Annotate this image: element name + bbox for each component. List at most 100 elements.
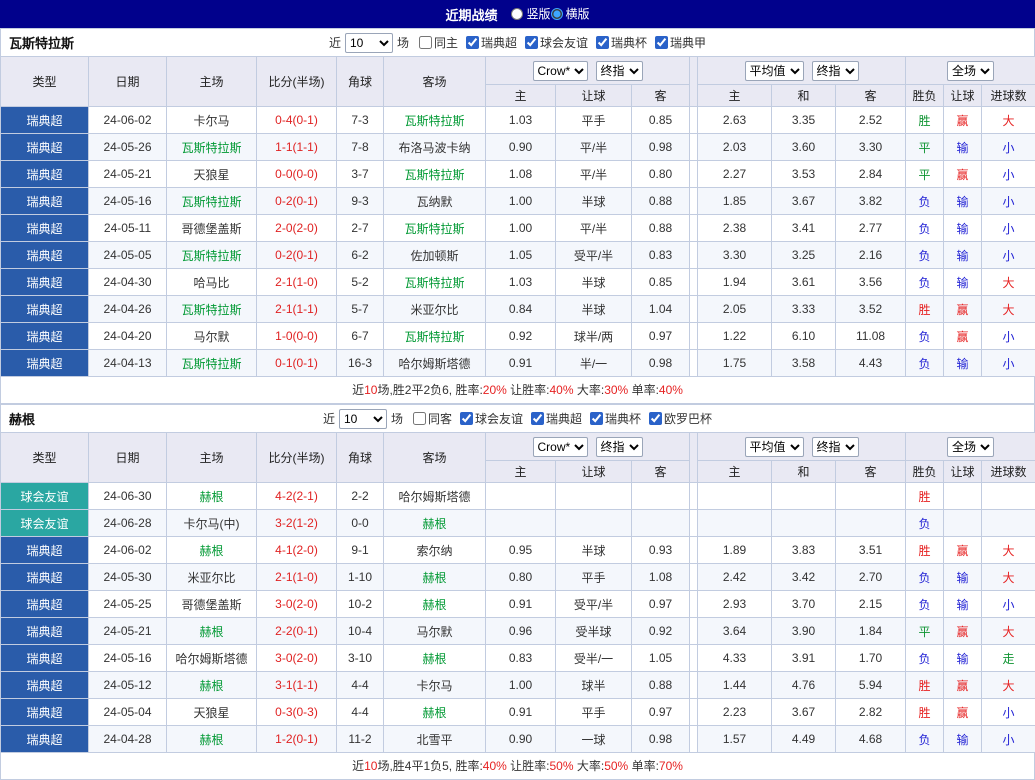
filter-同主[interactable]: 同主 bbox=[419, 34, 458, 51]
result-outcome-cell: 负 bbox=[906, 269, 944, 296]
match-row: 球会友谊24-06-28卡尔马(中)3-2(1-2)0-0赫根负 bbox=[1, 510, 1035, 537]
asian-handicap-cell: 平手 bbox=[556, 107, 632, 134]
asian-away-odds-cell: 0.88 bbox=[632, 672, 690, 699]
filter-瑞典甲[interactable]: 瑞典甲 bbox=[655, 34, 706, 51]
asian-away-odds-cell: 0.83 bbox=[632, 242, 690, 269]
filter-同客[interactable]: 同客 bbox=[413, 410, 452, 427]
result-goals-cell: 大 bbox=[982, 107, 1035, 134]
result-scope-select[interactable]: 全场 bbox=[947, 437, 994, 457]
date-cell: 24-06-30 bbox=[89, 483, 167, 510]
asian-final-select[interactable]: 终指 bbox=[596, 61, 643, 81]
match-row: 瑞典超24-04-20马尔默1-0(0-0)6-7瓦斯特拉斯0.92球半/两0.… bbox=[1, 323, 1035, 350]
euro-draw-odds-cell: 4.49 bbox=[772, 726, 836, 753]
result-outcome-cell: 负 bbox=[906, 215, 944, 242]
euro-home-odds-cell: 2.38 bbox=[698, 215, 772, 242]
asian-home-odds-cell bbox=[486, 483, 556, 510]
result-goals-cell: 小 bbox=[982, 242, 1035, 269]
euro-average-select[interactable]: 平均值 bbox=[745, 437, 804, 457]
euro-home-odds-cell: 3.64 bbox=[698, 618, 772, 645]
match-row: 瑞典超24-04-13瓦斯特拉斯0-1(0-1)16-3哈尔姆斯塔德0.91半/… bbox=[1, 350, 1035, 377]
asian-handicap-cell: 球半/两 bbox=[556, 323, 632, 350]
asian-home-odds-cell: 1.03 bbox=[486, 269, 556, 296]
euro-away-odds-cell: 3.82 bbox=[836, 188, 906, 215]
score-cell: 3-2(1-2) bbox=[257, 510, 337, 537]
recent-count-select[interactable]: 10 bbox=[345, 33, 393, 53]
filter-瑞典杯[interactable]: 瑞典杯 bbox=[596, 34, 647, 51]
filter-球会友谊[interactable]: 球会友谊 bbox=[460, 410, 523, 427]
home-team-cell: 瓦斯特拉斯 bbox=[167, 188, 257, 215]
date-cell: 24-05-16 bbox=[89, 188, 167, 215]
score-cell: 2-1(1-0) bbox=[257, 269, 337, 296]
asian-company-select[interactable]: Crow* bbox=[533, 437, 588, 457]
column-header: 主场 bbox=[167, 433, 257, 483]
layout-radio-label: 竖版 bbox=[526, 5, 550, 22]
asian-final-select[interactable]: 终指 bbox=[596, 437, 643, 457]
result-goals-cell: 小 bbox=[982, 350, 1035, 377]
asian-company-select[interactable]: Crow* bbox=[533, 61, 588, 81]
euro-draw-odds-cell: 3.58 bbox=[772, 350, 836, 377]
corners-cell: 1-10 bbox=[337, 564, 384, 591]
filter-瑞典超[interactable]: 瑞典超 bbox=[466, 34, 517, 51]
corners-cell: 5-2 bbox=[337, 269, 384, 296]
filter-checkbox[interactable] bbox=[590, 412, 603, 425]
euro-away-odds-cell: 2.77 bbox=[836, 215, 906, 242]
asian-home-odds-cell: 1.08 bbox=[486, 161, 556, 188]
away-team-cell: 布洛马波卡纳 bbox=[384, 134, 486, 161]
result-goals-cell: 大 bbox=[982, 269, 1035, 296]
euro-draw-odds-cell bbox=[772, 483, 836, 510]
filter-label: 球会友谊 bbox=[540, 34, 588, 51]
layout-radio-input[interactable] bbox=[511, 8, 523, 20]
asian-home-odds-cell: 1.00 bbox=[486, 188, 556, 215]
result-goals-cell: 走 bbox=[982, 645, 1035, 672]
asian-away-odds-cell: 0.85 bbox=[632, 107, 690, 134]
match-type-cell: 瑞典超 bbox=[1, 188, 89, 215]
match-type-cell: 瑞典超 bbox=[1, 618, 89, 645]
date-cell: 24-05-30 bbox=[89, 564, 167, 591]
layout-radio-2[interactable]: 横版 bbox=[551, 5, 590, 22]
score-cell: 0-4(0-1) bbox=[257, 107, 337, 134]
filter-瑞典杯[interactable]: 瑞典杯 bbox=[590, 410, 641, 427]
filter-checkbox[interactable] bbox=[466, 36, 479, 49]
filter-欧罗巴杯[interactable]: 欧罗巴杯 bbox=[649, 410, 712, 427]
result-goals-cell: 小 bbox=[982, 591, 1035, 618]
sub-column-header: 让球 bbox=[556, 85, 632, 107]
spacer bbox=[690, 269, 698, 296]
filter-checkbox[interactable] bbox=[649, 412, 662, 425]
result-scope-select[interactable]: 全场 bbox=[947, 61, 994, 81]
odds-group-header: 全场 bbox=[906, 433, 1035, 461]
euro-final-select[interactable]: 终指 bbox=[812, 61, 859, 81]
filter-瑞典超[interactable]: 瑞典超 bbox=[531, 410, 582, 427]
recent-count-select[interactable]: 10 bbox=[339, 409, 387, 429]
filters-bar: 近 10 场 同客球会友谊瑞典超瑞典杯欧罗巴杯 bbox=[323, 409, 712, 429]
filter-checkbox[interactable] bbox=[419, 36, 432, 49]
home-team-cell: 瓦斯特拉斯 bbox=[167, 296, 257, 323]
match-row: 瑞典超24-05-16瓦斯特拉斯0-2(0-1)9-3瓦纳默1.00半球0.88… bbox=[1, 188, 1035, 215]
layout-radio-input[interactable] bbox=[551, 8, 563, 20]
layout-radio-1[interactable]: 竖版 bbox=[511, 5, 550, 22]
summary-segment: 40% bbox=[659, 383, 683, 397]
sub-column-header: 胜负 bbox=[906, 85, 944, 107]
spacer bbox=[690, 134, 698, 161]
euro-draw-odds-cell: 3.35 bbox=[772, 107, 836, 134]
filter-checkbox[interactable] bbox=[655, 36, 668, 49]
score-cell: 4-2(2-1) bbox=[257, 483, 337, 510]
sub-column-header: 让球 bbox=[556, 461, 632, 483]
topbar: 近期战绩 竖版横版 bbox=[0, 0, 1035, 28]
filter-checkbox[interactable] bbox=[460, 412, 473, 425]
euro-draw-odds-cell bbox=[772, 510, 836, 537]
asian-away-odds-cell: 0.80 bbox=[632, 161, 690, 188]
euro-final-select[interactable]: 终指 bbox=[812, 437, 859, 457]
column-header: 类型 bbox=[1, 57, 89, 107]
spacer bbox=[690, 672, 698, 699]
euro-draw-odds-cell: 3.83 bbox=[772, 537, 836, 564]
filter-checkbox[interactable] bbox=[531, 412, 544, 425]
euro-average-select[interactable]: 平均值 bbox=[745, 61, 804, 81]
euro-draw-odds-cell: 6.10 bbox=[772, 323, 836, 350]
filter-checkbox[interactable] bbox=[525, 36, 538, 49]
summary-segment: 让胜率: bbox=[507, 383, 550, 397]
corners-cell: 3-10 bbox=[337, 645, 384, 672]
filter-球会友谊[interactable]: 球会友谊 bbox=[525, 34, 588, 51]
match-row: 球会友谊24-06-30赫根4-2(2-1)2-2哈尔姆斯塔德胜 bbox=[1, 483, 1035, 510]
filter-checkbox[interactable] bbox=[596, 36, 609, 49]
filter-checkbox[interactable] bbox=[413, 412, 426, 425]
